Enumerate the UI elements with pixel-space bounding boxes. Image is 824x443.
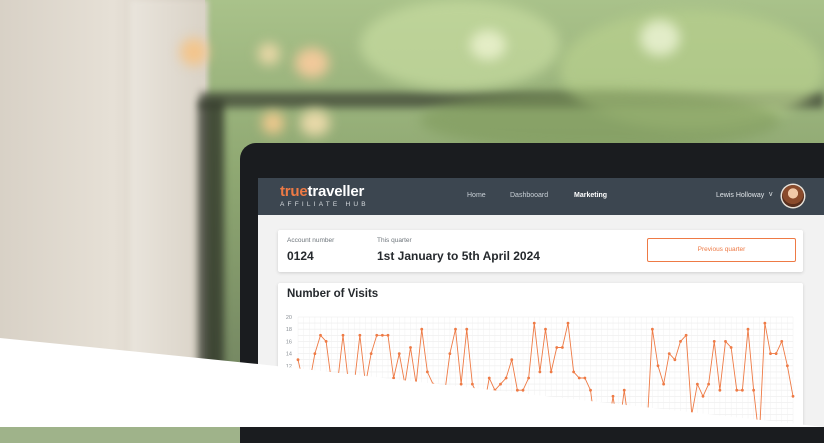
white-diagonal-overlay xyxy=(0,338,824,427)
